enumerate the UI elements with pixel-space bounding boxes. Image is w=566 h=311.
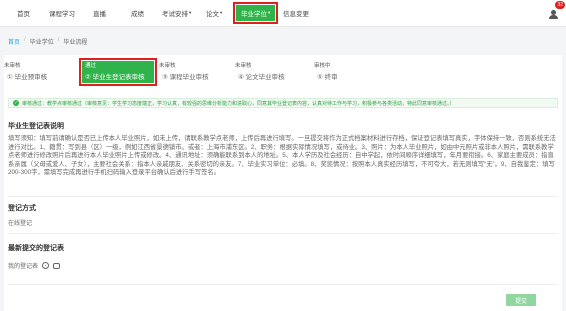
step-label: ③ 课程毕业审核	[162, 74, 209, 81]
print-icon[interactable]	[53, 262, 61, 269]
approval-notice: ✓ 审核通过：教学点审核通过（审核意见：学生学习态度端正，学习认真，有较强的思维…	[8, 98, 558, 108]
breadcrumb-home[interactable]: 首页	[8, 37, 20, 46]
step-registration-form-review[interactable]: 通过 ② 毕业生登记表审核	[79, 58, 157, 86]
step-pre-review[interactable]: 未审核 ① 毕业预审核	[4, 61, 74, 83]
nav-home[interactable]: 首页	[17, 0, 30, 27]
section-title-latest-form: 最新提交的登记表	[8, 245, 64, 252]
my-registration-form-row: 我的登记表	[8, 261, 61, 270]
submit-button[interactable]: 提交	[506, 294, 536, 306]
step-status: 审核中	[314, 63, 331, 69]
step-status: 未审核	[4, 63, 21, 69]
nav-thesis[interactable]: 论文 ▾	[206, 0, 222, 27]
check-circle-icon: ✓	[13, 100, 19, 106]
step-status: 未审核	[235, 63, 252, 69]
user-icon-body	[549, 15, 558, 19]
divider	[8, 196, 558, 197]
step-status: 通过	[85, 63, 97, 69]
breadcrumb-graduation-degree[interactable]: 毕业学位	[30, 37, 54, 46]
divider	[8, 284, 558, 285]
user-avatar[interactable]: 32	[548, 1, 565, 20]
step-label: ② 毕业生登记表审核	[85, 74, 145, 81]
section-title-registration-method: 登记方式	[8, 205, 36, 212]
registration-method-text: 在线登记	[8, 221, 33, 227]
view-icon[interactable]	[42, 262, 50, 269]
my-registration-form-label: 我的登记表	[8, 264, 39, 270]
nav-course-study-label: 课程学习	[49, 11, 75, 18]
nav-course-study[interactable]: 课程学习	[49, 0, 75, 27]
registration-method-value: 在线登记	[8, 218, 32, 227]
step-label: ④ 论文毕业审核	[238, 74, 285, 81]
nav-grades-label: 成绩	[131, 11, 144, 18]
nav-live-label: 直播	[93, 11, 106, 18]
chevron-down-icon: ▾	[220, 10, 223, 15]
form-instructions-text: 填写须知：填写前请确认是否已上传本人毕业照片，如未上传，请联系教学点老师，上传后…	[8, 135, 556, 177]
chevron-down-icon: ▾	[268, 10, 271, 15]
nav-graduation-degree[interactable]: 毕业学位 ▾	[232, 2, 279, 24]
step-status: 未审核	[159, 63, 176, 69]
nav-exam-schedule-label: 考试安排	[162, 11, 188, 18]
step-course-review[interactable]: 未审核 ③ 课程毕业审核	[159, 61, 231, 83]
chevron-down-icon: ▾	[189, 10, 192, 15]
breadcrumb-separator: /	[57, 37, 60, 43]
nav-info-change-label: 信息变更	[283, 11, 309, 18]
nav-info-change[interactable]: 信息变更	[283, 0, 309, 27]
top-navigation: 首页 课程学习 直播 成绩 考试安排 ▾ 论文 ▾ 毕业学位 ▾ 信息变更 32	[0, 0, 566, 27]
nav-home-label: 首页	[17, 11, 30, 18]
divider	[8, 233, 558, 234]
breadcrumb-separator: /	[24, 37, 26, 43]
breadcrumb: 首页 / 毕业学位 / 毕业流程	[8, 37, 87, 46]
step-final-review[interactable]: 审核中 ⑤ 终审	[314, 61, 374, 83]
step-label: ① 毕业预审核	[7, 74, 48, 81]
step-label: ⑤ 终审	[317, 74, 338, 81]
main-card: 未审核 ① 毕业预审核 通过 ② 毕业生登记表审核 未审核 ③ 课程毕业审核 未…	[4, 55, 562, 311]
notification-badge: 32	[555, 1, 565, 9]
approval-notice-text: 审核通过：教学点审核通过（审核意见：学生学习态度端正，学习认真，有较强的思维分析…	[22, 100, 455, 107]
nav-grades[interactable]: 成绩	[131, 0, 144, 27]
nav-live[interactable]: 直播	[93, 0, 106, 27]
step-thesis-review[interactable]: 未审核 ④ 论文毕业审核	[235, 61, 307, 83]
breadcrumb-current: 毕业流程	[63, 40, 88, 46]
nav-thesis-label: 论文	[206, 11, 219, 18]
nav-exam-schedule[interactable]: 考试安排 ▾	[162, 0, 191, 27]
process-steps: 未审核 ① 毕业预审核 通过 ② 毕业生登记表审核 未审核 ③ 课程毕业审核 未…	[4, 58, 562, 86]
section-title-form-instructions: 毕业生登记表说明	[8, 123, 64, 130]
nav-graduation-degree-label: 毕业学位	[241, 11, 267, 18]
